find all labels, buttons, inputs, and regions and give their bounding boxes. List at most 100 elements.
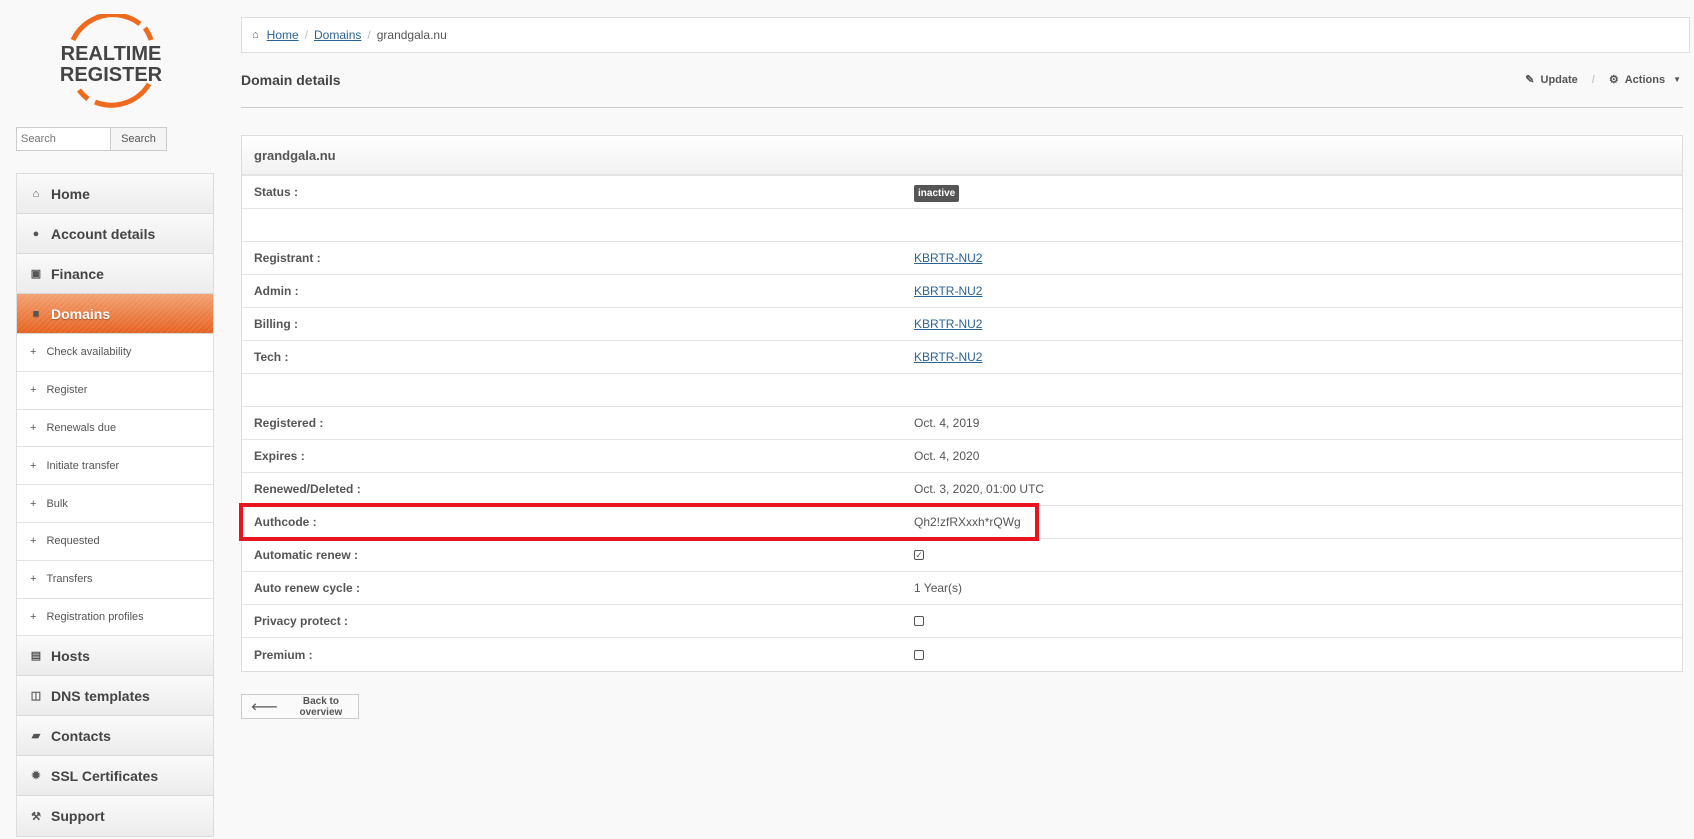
sidebar-item-account-details[interactable]: ● Account details xyxy=(17,214,213,254)
table-row-status: Status : inactive xyxy=(242,176,1682,209)
plus-icon: + xyxy=(30,384,37,397)
list-icon: ■ xyxy=(32,307,40,320)
logo[interactable]: REALTIME REGISTER xyxy=(55,12,167,108)
user-icon: ● xyxy=(32,227,40,240)
subitem-label: Requested xyxy=(46,535,100,548)
sidebar-item-hosts[interactable]: ▤ Hosts xyxy=(17,636,213,677)
table-row-tech: Tech : KBRTR-NU2 xyxy=(242,341,1682,374)
table-row-automatic-renew: Automatic renew : ✓ xyxy=(242,539,1682,572)
row-label: Automatic renew : xyxy=(254,548,359,562)
actions-dropdown[interactable]: Actions xyxy=(1625,74,1665,86)
row-label: Premium : xyxy=(254,647,313,662)
row-label: Expires : xyxy=(254,449,305,463)
sidebar-subitem-bulk[interactable]: + Bulk xyxy=(17,485,213,523)
sidebar-subitem-registration-profiles[interactable]: + Registration profiles xyxy=(17,598,213,637)
button-label: Back to overview xyxy=(299,695,343,718)
sidebar-item-support[interactable]: ⚒ Support xyxy=(17,796,213,837)
authcode-highlight-box xyxy=(239,503,1039,541)
unchecked-checkbox-icon xyxy=(914,649,924,660)
table-row-admin: Admin : KBRTR-NU2 xyxy=(242,275,1682,308)
sidebar-item-label: Home xyxy=(51,185,90,202)
sidebar-item-label: Support xyxy=(51,808,105,825)
hdd-icon: ▤ xyxy=(30,650,42,663)
tech-link[interactable]: KBRTR-NU2 xyxy=(914,350,982,364)
row-value: Oct. 4, 2020 xyxy=(914,449,980,463)
breadcrumb-separator: / xyxy=(304,28,309,42)
registrant-link[interactable]: KBRTR-NU2 xyxy=(914,251,982,265)
search-input[interactable] xyxy=(16,127,111,151)
breadcrumb: ⌂ Home / Domains / grandgala.nu xyxy=(241,17,1690,53)
gear-icon: ⚙ xyxy=(1608,74,1619,86)
subitem-label: Registration profiles xyxy=(46,610,144,623)
sidebar-subitem-renewals-due[interactable]: + Renewals due xyxy=(17,409,213,448)
breadcrumb-current: grandgala.nu xyxy=(376,28,447,42)
sidebar-subitem-check-availability[interactable]: + Check availability xyxy=(17,334,213,372)
table-row-premium: Premium : xyxy=(242,638,1682,671)
breadcrumb-home-link[interactable]: Home xyxy=(267,28,299,42)
row-value: 1 Year(s) xyxy=(914,581,963,595)
row-label: Status : xyxy=(254,185,299,199)
divider xyxy=(241,107,1683,108)
sidebar-item-label: Finance xyxy=(51,265,104,282)
table-row-registrant: Registrant : KBRTR-NU2 xyxy=(242,242,1682,275)
row-label: Billing : xyxy=(254,317,298,331)
plus-icon: + xyxy=(30,421,37,434)
plus-icon: + xyxy=(30,497,37,510)
breadcrumb-separator: / xyxy=(367,28,371,42)
arrow-left-icon: 🡐 xyxy=(251,701,278,713)
unchecked-checkbox-icon xyxy=(914,616,924,626)
sidebar: ⌂ Home ● Account details ▣ Finance ■ Domains… xyxy=(16,173,214,838)
sidebar-item-home[interactable]: ⌂ Home xyxy=(17,174,213,214)
sidebar-item-finance[interactable]: ▣ Finance xyxy=(17,254,213,294)
domain-details-panel: grandgala.nu Status : inactive Registrant… xyxy=(241,135,1683,672)
edit-icon: ✎ xyxy=(1525,74,1535,86)
breadcrumb-domains-link[interactable]: Domains xyxy=(314,28,361,42)
table-row-privacy-protect: Privacy protect : xyxy=(242,605,1682,638)
panel-title: grandgala.nu xyxy=(242,136,1682,176)
table-row-empty xyxy=(242,209,1682,242)
search-form: Search xyxy=(16,127,167,151)
sidebar-item-dns-templates[interactable]: ◫ DNS templates xyxy=(17,676,213,717)
table-row-empty xyxy=(242,374,1682,407)
billing-link[interactable]: KBRTR-NU2 xyxy=(914,317,982,331)
sidebar-item-ssl-certificates[interactable]: ✹ SSL Certificates xyxy=(17,756,213,797)
sidebar-subitem-register[interactable]: + Register xyxy=(17,371,213,410)
plus-icon: + xyxy=(30,610,37,623)
sidebar-item-domains[interactable]: ■ Domains xyxy=(17,294,213,334)
plus-icon: + xyxy=(30,573,37,586)
update-button[interactable]: Update xyxy=(1541,74,1578,86)
subitem-label: Renewals due xyxy=(46,421,117,434)
status-badge: inactive xyxy=(914,185,960,202)
subitem-label: Register xyxy=(46,384,88,397)
logo-line2: REGISTER xyxy=(60,64,163,86)
search-button[interactable]: Search xyxy=(111,127,167,151)
book-icon: ▰ xyxy=(31,730,41,743)
row-label: Auto renew cycle : xyxy=(254,581,361,595)
columns-icon: ◫ xyxy=(30,690,42,703)
plus-icon: + xyxy=(30,459,37,472)
sidebar-item-label: Account details xyxy=(51,225,156,242)
back-to-overview-button[interactable]: 🡐 Back to overview xyxy=(241,694,359,719)
table-row-expires: Expires : Oct. 4, 2020 xyxy=(242,440,1682,473)
table-row-auto-renew-cycle: Auto renew cycle : 1 Year(s) xyxy=(242,572,1682,605)
row-value: Oct. 4, 2019 xyxy=(914,416,980,430)
caret-down-icon[interactable]: ▼ xyxy=(1673,75,1681,84)
subitem-label: Initiate transfer xyxy=(46,459,120,472)
row-label: Admin : xyxy=(254,284,299,298)
row-label: Tech : xyxy=(254,350,289,364)
page-title: Domain details xyxy=(241,72,341,88)
sidebar-subitem-transfers[interactable]: + Transfers xyxy=(17,560,213,599)
logo-line1: REALTIME xyxy=(61,43,162,65)
admin-link[interactable]: KBRTR-NU2 xyxy=(914,284,982,298)
sidebar-item-label: Contacts xyxy=(51,727,111,744)
sidebar-item-label: Hosts xyxy=(51,647,90,664)
subitem-label: Transfers xyxy=(46,573,93,586)
sidebar-subitem-initiate-transfer[interactable]: + Initiate transfer xyxy=(17,447,213,486)
sidebar-subitem-requested[interactable]: + Requested xyxy=(17,522,213,561)
table-row-renewed: Renewed/Deleted : Oct. 3, 2020, 01:00 UTC xyxy=(242,473,1682,506)
plus-icon: + xyxy=(30,346,37,359)
sidebar-item-contacts[interactable]: ▰ Contacts xyxy=(17,716,213,757)
row-label: Registrant : xyxy=(254,251,321,265)
sidebar-item-label: Domains xyxy=(51,305,111,322)
row-label: Renewed/Deleted : xyxy=(254,482,361,496)
